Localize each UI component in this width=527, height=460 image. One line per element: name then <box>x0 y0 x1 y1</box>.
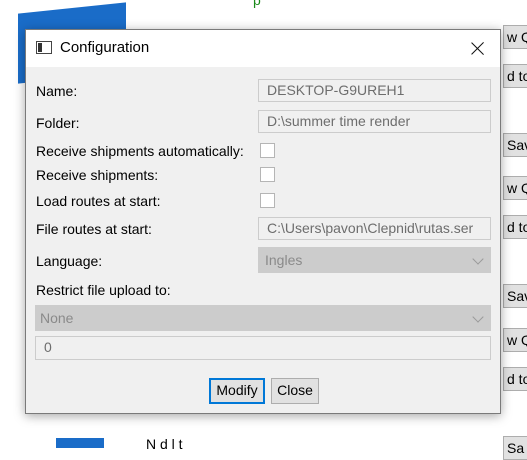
window-icon <box>36 41 52 54</box>
restrict-label: Restrict file upload to: <box>36 282 171 298</box>
chevron-down-icon <box>472 311 484 323</box>
background-button[interactable]: w Q <box>503 328 527 352</box>
load-routes-checkbox[interactable] <box>260 193 275 208</box>
file-routes-label: File routes at start: <box>36 221 152 237</box>
dialog-title: Configuration <box>60 39 150 56</box>
background-button[interactable]: d to <box>503 215 527 239</box>
close-button[interactable]: Close <box>271 378 319 404</box>
background-button[interactable]: Sav <box>503 284 527 308</box>
language-select[interactable]: Ingles <box>258 247 491 273</box>
background-button[interactable]: w Q <box>503 25 527 49</box>
background-button[interactable]: d to <box>503 64 527 88</box>
name-field[interactable]: DESKTOP-G9UREH1 <box>258 79 491 102</box>
receive-auto-label: Receive shipments automatically: <box>36 143 244 159</box>
language-label: Language: <box>36 253 103 269</box>
chevron-down-icon <box>472 253 484 265</box>
folder-field[interactable]: D:\summer time render <box>258 110 491 133</box>
load-routes-label: Load routes at start: <box>36 193 161 209</box>
folder-graphic-bottom <box>56 438 104 448</box>
restrict-select-value: None <box>40 310 74 326</box>
background-status-text: p <box>253 0 261 8</box>
dialog-titlebar[interactable]: Configuration <box>26 30 500 67</box>
background-button[interactable]: Sa <box>503 436 527 460</box>
background-button[interactable]: w Q <box>503 176 527 200</box>
receive-checkbox[interactable] <box>260 167 275 182</box>
background-button[interactable]: d to <box>503 367 527 391</box>
background-item-text: N d l t <box>146 436 183 452</box>
file-routes-field[interactable]: C:\Users\pavon\Clepnid\rutas.ser <box>258 217 491 240</box>
restrict-select[interactable]: None <box>35 305 491 331</box>
modify-button[interactable]: Modify <box>209 378 265 404</box>
name-label: Name: <box>36 83 78 99</box>
folder-label: Folder: <box>36 115 80 131</box>
background-button[interactable]: Sav <box>503 133 527 157</box>
configuration-dialog: Configuration Name: DESKTOP-G9UREH1 Fold… <box>25 29 501 414</box>
receive-auto-checkbox[interactable] <box>260 143 275 158</box>
size-field[interactable]: 0 <box>35 336 491 360</box>
language-select-value: Ingles <box>265 252 303 268</box>
close-icon[interactable] <box>468 38 488 58</box>
receive-label: Receive shipments: <box>36 167 159 183</box>
